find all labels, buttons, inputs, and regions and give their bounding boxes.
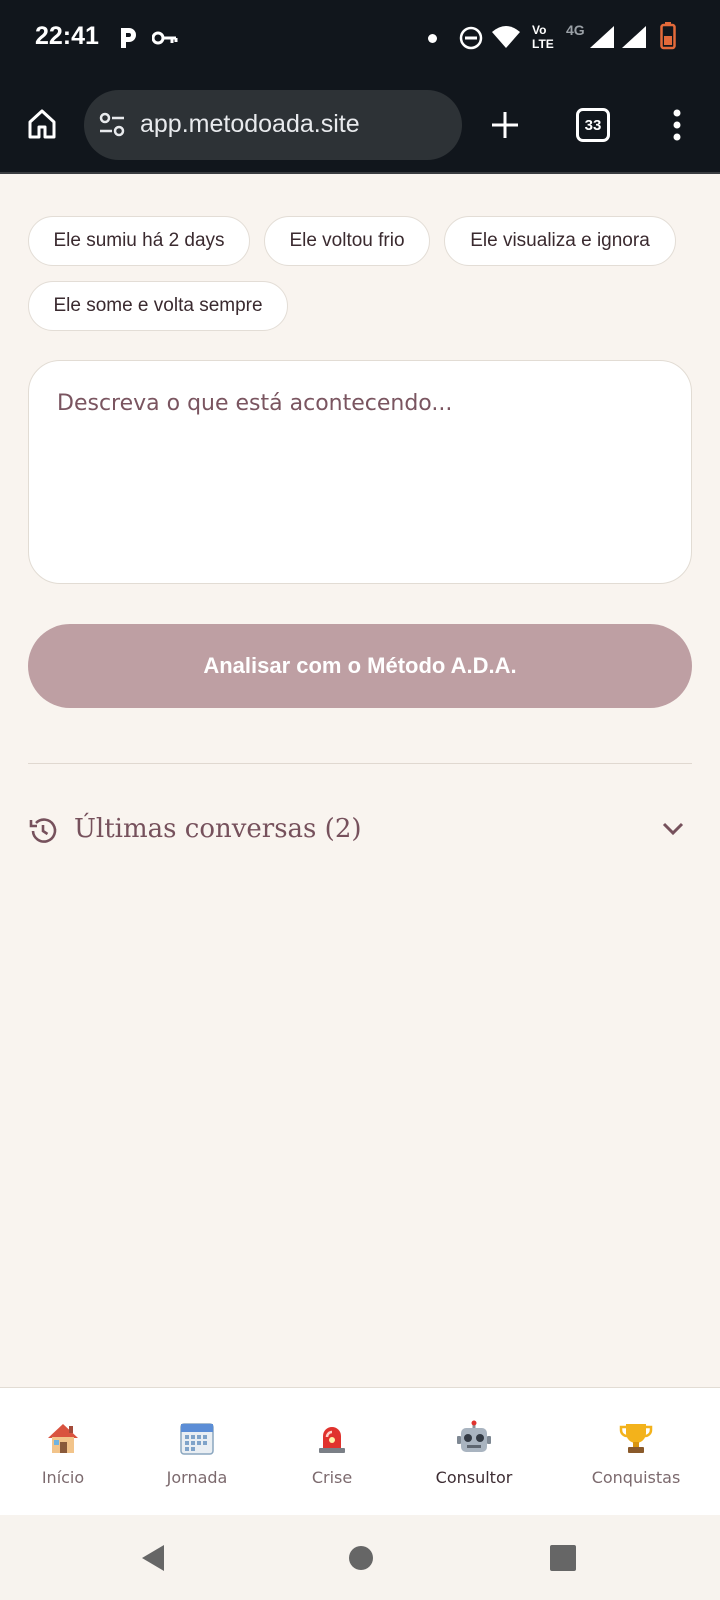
more-options-icon[interactable] <box>670 108 684 142</box>
network-type-label: 4G <box>566 22 585 38</box>
history-toggle[interactable]: Últimas conversas (2) <box>28 806 692 854</box>
key-icon <box>152 30 178 46</box>
home-icon[interactable] <box>26 108 58 140</box>
nav-item-conquistas[interactable]: Conquistas <box>586 1388 686 1516</box>
nav-label: Conquistas <box>591 1468 681 1487</box>
wifi-icon <box>492 26 520 48</box>
site-settings-icon[interactable] <box>98 112 126 138</box>
nav-item-jornada[interactable]: Jornada <box>157 1388 237 1516</box>
siren-icon <box>314 1418 350 1458</box>
history-icon <box>28 816 58 846</box>
signal-icon-2 <box>622 26 646 48</box>
robot-icon <box>456 1418 492 1458</box>
back-icon[interactable] <box>140 1543 166 1573</box>
chevron-down-icon[interactable] <box>662 822 684 836</box>
signal-icon <box>590 26 614 48</box>
url-text[interactable]: app.metodoada.site <box>140 110 360 139</box>
nav-item-inicio[interactable]: Início <box>23 1388 103 1516</box>
volte-label: Vo <box>532 23 547 37</box>
house-icon <box>45 1418 81 1458</box>
trophy-icon <box>618 1418 654 1458</box>
parking-app-icon <box>118 26 138 50</box>
suggestion-chip[interactable]: Ele sumiu há 2 days <box>28 216 250 266</box>
notification-dot-icon <box>428 34 437 43</box>
nav-label: Consultor <box>435 1468 513 1487</box>
do-not-disturb-icon <box>459 26 483 50</box>
nav-label: Início <box>41 1468 85 1487</box>
home-button-icon[interactable] <box>348 1545 374 1571</box>
bottom-navigation: Início Jornada Crise Consultor Conquista… <box>0 1387 720 1515</box>
nav-label: Jornada <box>166 1468 228 1487</box>
divider <box>28 763 692 764</box>
suggestion-chip[interactable]: Ele visualiza e ignora <box>444 216 676 266</box>
suggestion-chip[interactable]: Ele voltou frio <box>264 216 430 266</box>
calendar-icon <box>179 1418 215 1458</box>
status-time: 22:41 <box>35 22 99 50</box>
new-tab-icon[interactable] <box>490 110 520 140</box>
status-bar: 22:41 Vo LTE 4G <box>0 0 720 78</box>
tab-count: 33 <box>584 116 602 134</box>
recents-icon[interactable] <box>550 1545 576 1571</box>
nav-item-consultor[interactable]: Consultor <box>424 1388 524 1516</box>
browser-toolbar: app.metodoada.site 33 <box>0 78 720 174</box>
tab-switcher-button[interactable]: 33 <box>576 108 610 142</box>
battery-icon <box>660 22 676 50</box>
lte-label: LTE <box>532 37 554 51</box>
nav-label: Crise <box>311 1468 353 1487</box>
nav-item-crise[interactable]: Crise <box>292 1388 372 1516</box>
system-navigation-bar <box>0 1515 720 1600</box>
suggestion-chip[interactable]: Ele some e volta sempre <box>28 281 288 331</box>
situation-textarea[interactable] <box>28 360 692 584</box>
analyze-button[interactable]: Analisar com o Método A.D.A. <box>28 624 692 708</box>
url-bar[interactable]: app.metodoada.site <box>84 90 462 160</box>
history-title: Últimas conversas (2) <box>74 814 362 844</box>
